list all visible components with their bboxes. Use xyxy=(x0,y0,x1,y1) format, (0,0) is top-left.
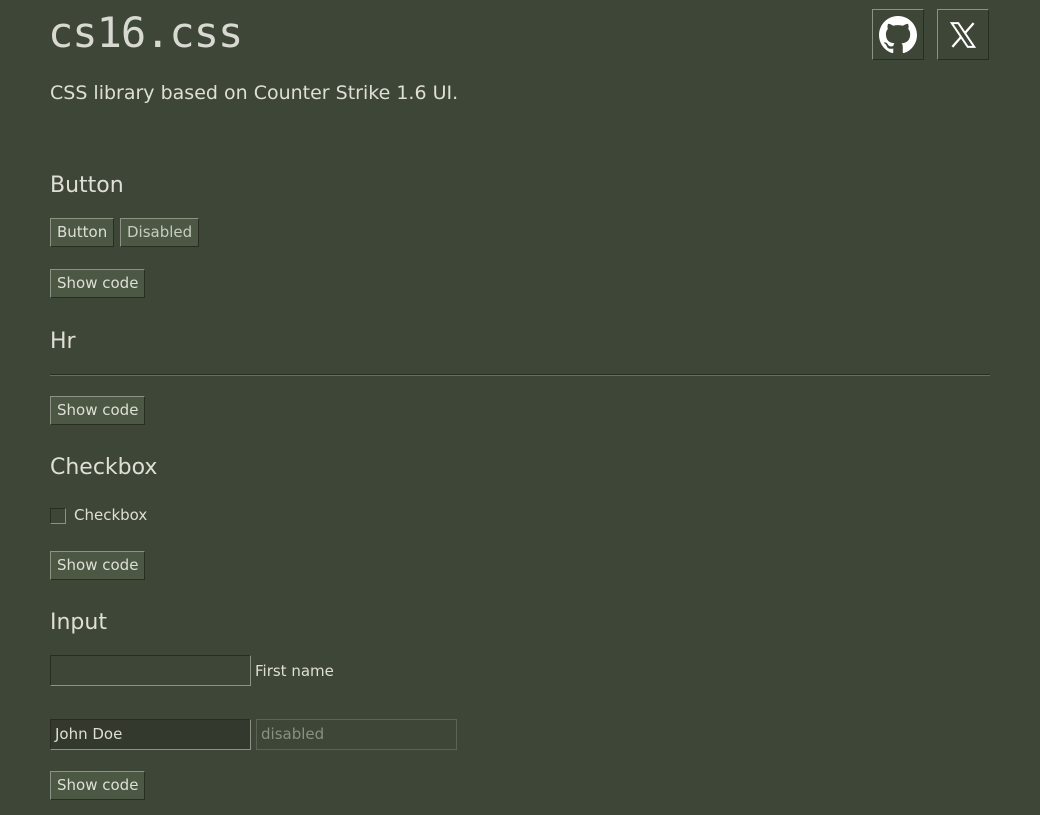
section-heading-button: Button xyxy=(50,173,124,198)
disabled-button: Disabled xyxy=(120,218,200,247)
github-link[interactable] xyxy=(872,9,924,60)
x-link[interactable] xyxy=(937,9,989,60)
show-code-button-input[interactable]: Show code xyxy=(50,771,146,800)
page: cs16.css CSS library based on Counter St… xyxy=(0,0,1040,815)
checkbox-label[interactable]: Checkbox xyxy=(74,506,147,524)
checkbox[interactable] xyxy=(50,508,66,524)
show-code-button-checkbox[interactable]: Show code xyxy=(50,551,146,580)
disabled-input: disabled xyxy=(256,719,457,750)
github-icon xyxy=(879,15,917,53)
x-twitter-icon xyxy=(949,21,977,48)
name-input-filled[interactable]: John Doe xyxy=(50,719,251,750)
section-heading-input: Input xyxy=(50,610,107,635)
show-code-button-button[interactable]: Show code xyxy=(50,269,146,298)
section-heading-hr: Hr xyxy=(50,329,76,354)
demo-button[interactable]: Button xyxy=(50,218,115,247)
first-name-label: First name xyxy=(255,662,334,680)
horizontal-rule xyxy=(50,374,990,376)
first-name-input[interactable] xyxy=(50,655,251,686)
section-heading-checkbox: Checkbox xyxy=(50,455,158,480)
page-subtitle: CSS library based on Counter Strike 1.6 … xyxy=(50,82,459,104)
page-title: cs16.css xyxy=(48,8,243,57)
show-code-button-hr[interactable]: Show code xyxy=(50,396,146,425)
